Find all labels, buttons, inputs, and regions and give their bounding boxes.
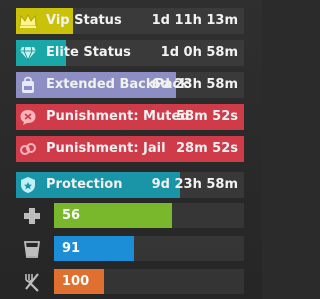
status-time: 9d 23h 58m [151,177,238,192]
water-cup-icon [22,239,42,259]
status-label: Protection [46,177,123,192]
status-label: Vip Status [46,13,122,28]
health-plus-icon [22,206,42,226]
status-row-jail: Punishment: Jail 28m 52s [16,136,244,162]
vital-food: 100 [16,269,244,294]
vital-value: 100 [62,274,90,289]
status-time: 6d 23h 58m [151,77,238,92]
status-row-vip: Vip Status 1d 11h 13m [16,8,244,34]
fork-knife-icon [22,272,42,292]
status-label: Punishment: Muted [46,109,190,124]
status-row-elite: Elite Status 1d 0h 58m [16,40,244,66]
crown-icon [16,8,40,34]
mute-icon [16,104,40,130]
vital-value: 91 [62,241,81,256]
status-time: 28m 52s [176,141,238,156]
jail-icon [16,136,40,162]
vital-health: 56 [16,203,244,228]
status-time: 1d 0h 58m [160,45,238,60]
vital-value: 56 [62,208,81,223]
vital-hydration: 91 [16,236,244,261]
status-row-protection: Protection 9d 23h 58m [16,172,244,198]
diamond-icon [16,40,40,66]
status-time: 58m 52s [176,109,238,124]
backpack-icon [16,72,40,98]
status-hud: Vip Status 1d 11h 13m Elite Status 1d 0h… [0,0,262,299]
status-label: Elite Status [46,45,131,60]
status-label: Punishment: Jail [46,141,166,156]
shield-icon [16,172,40,198]
status-time: 1d 11h 13m [151,13,238,28]
status-row-muted: Punishment: Muted 58m 52s [16,104,244,130]
status-row-backpack: Extended BackPack 6d 23h 58m [16,72,244,98]
